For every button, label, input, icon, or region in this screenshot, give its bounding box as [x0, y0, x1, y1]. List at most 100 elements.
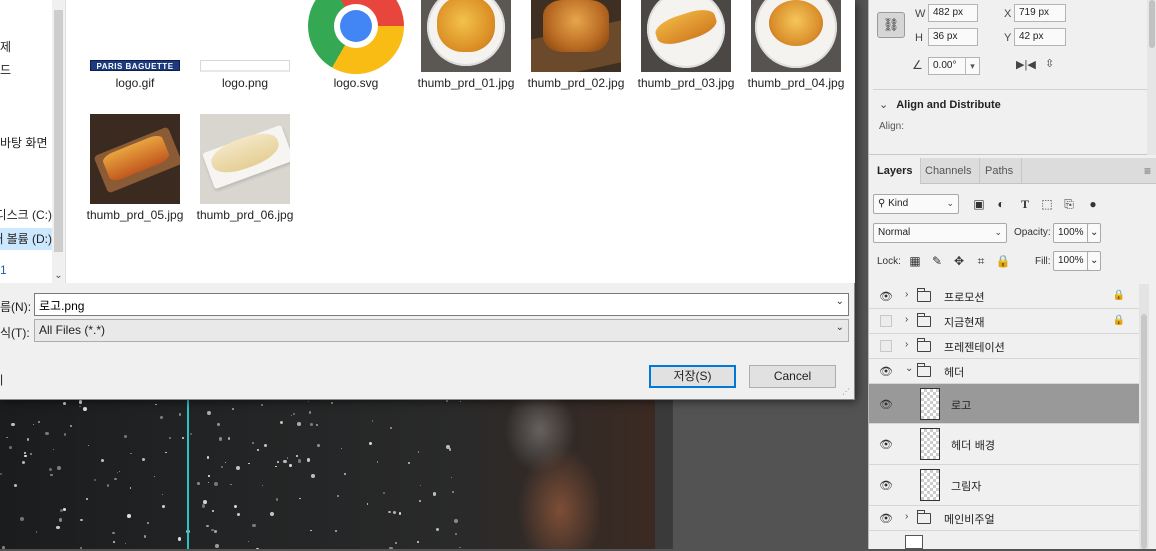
sparkle: [331, 402, 332, 403]
y-label: Y: [1004, 32, 1011, 44]
chevron-right-icon[interactable]: ›: [905, 289, 908, 300]
chevron-down-icon[interactable]: ⌄: [1087, 223, 1101, 243]
file-item[interactable]: logo.svg: [306, 0, 406, 110]
layer-row[interactable]: 👁 › 프로모션 🔒: [869, 284, 1139, 309]
angle-field[interactable]: 0.00° ▾: [928, 57, 980, 75]
sparkle: [264, 444, 267, 447]
shape-filter-icon[interactable]: ⬚: [1039, 196, 1055, 212]
height-field[interactable]: 36 px: [928, 28, 978, 46]
chevron-right-icon[interactable]: ›: [905, 339, 908, 350]
kind-filter-dropdown[interactable]: ⚲ Kind ⌄: [873, 194, 959, 214]
align-distribute-header[interactable]: ⌄Align and Distribute: [879, 98, 1001, 111]
resize-grip-icon[interactable]: ⋰: [842, 387, 852, 397]
type-filter-icon[interactable]: T: [1017, 196, 1033, 212]
smart-object-filter-icon[interactable]: ⎘: [1061, 196, 1077, 212]
eye-icon[interactable]: 👁: [879, 479, 893, 491]
layer-row[interactable]: 👁 그림자: [869, 465, 1139, 506]
layer-row[interactable]: [869, 531, 1139, 551]
lock-artboard-icon[interactable]: ⌗: [973, 253, 989, 269]
file-item[interactable]: thumb_prd_04.jpg: [746, 0, 846, 110]
sparkle: [86, 498, 88, 500]
layer-row[interactable]: › 프레젠테이션: [869, 334, 1139, 359]
filename-input[interactable]: 로고.png ⌄: [34, 293, 849, 316]
blend-mode-dropdown[interactable]: Normal ⌄: [873, 223, 1007, 243]
nav-item[interactable]: 드: [0, 59, 52, 81]
lock-transparent-icon[interactable]: ▦: [907, 253, 923, 269]
eye-icon[interactable]: 👁: [879, 398, 893, 410]
chevron-down-icon[interactable]: ⌄: [836, 296, 844, 307]
layers-scrollbar[interactable]: [1139, 284, 1149, 549]
eye-icon[interactable]: 👁: [879, 438, 893, 450]
scroll-thumb[interactable]: [54, 10, 63, 252]
layer-row[interactable]: 👁 헤더 배경: [869, 424, 1139, 465]
tab-channels[interactable]: Channels: [917, 158, 980, 184]
x-field[interactable]: 719 px: [1014, 4, 1066, 22]
nav-item-desktop[interactable]: 바탕 화면: [0, 132, 52, 154]
eye-icon[interactable]: 👁: [879, 290, 893, 302]
chevron-down-icon[interactable]: ⌄: [53, 270, 64, 281]
layer-row[interactable]: 👁 ⌄ 헤더: [869, 359, 1139, 384]
panel-menu-icon[interactable]: ≡: [1144, 164, 1151, 178]
sparkle: [237, 513, 240, 516]
flip-horizontal-icon[interactable]: ▶|◀: [1016, 58, 1036, 71]
sparkle: [63, 402, 66, 405]
layer-row[interactable]: 👁 › 메인비주얼: [869, 506, 1139, 531]
visibility-toggle[interactable]: [880, 340, 892, 352]
chevron-right-icon[interactable]: ›: [905, 314, 908, 325]
hide-folders-toggle[interactable]: |: [0, 372, 3, 386]
file-item[interactable]: thumb_prd_06.jpg: [195, 114, 295, 244]
filter-toggle-icon[interactable]: ●: [1085, 196, 1101, 212]
chevron-down-icon[interactable]: ▾: [965, 58, 979, 74]
folder-icon: [917, 341, 931, 352]
layer-row[interactable]: › 지금현재 🔒: [869, 309, 1139, 334]
sparkle: [418, 451, 420, 453]
file-item[interactable]: thumb_prd_02.jpg: [526, 0, 626, 110]
save-button[interactable]: 저장(S): [649, 365, 736, 388]
nav-scrollbar[interactable]: ⌄: [52, 0, 65, 283]
lock-all-icon[interactable]: 🔒: [995, 253, 1011, 269]
eye-icon[interactable]: 👁: [879, 365, 893, 377]
lock-brush-icon[interactable]: ✎: [929, 253, 945, 269]
scroll-thumb[interactable]: [1141, 314, 1147, 549]
file-name: thumb_prd_06.jpg: [195, 208, 295, 223]
properties-scrollbar[interactable]: [1147, 0, 1156, 155]
guide-line[interactable]: [187, 400, 189, 549]
width-field[interactable]: 482 px: [928, 4, 978, 22]
sparkle: [454, 519, 458, 523]
chevron-right-icon[interactable]: ›: [905, 511, 908, 522]
sparkle: [178, 537, 181, 540]
layer-row[interactable]: 👁 로고: [869, 384, 1139, 424]
file-item[interactable]: thumb_prd_05.jpg: [85, 114, 185, 244]
file-item[interactable]: logo.png: [195, 0, 295, 110]
nav-item[interactable]: 제: [0, 36, 52, 58]
document-canvas[interactable]: [0, 400, 672, 549]
nav-item[interactable]: 1: [0, 259, 52, 281]
sparkle: [383, 492, 386, 495]
lock-position-icon[interactable]: ✥: [951, 253, 967, 269]
flip-vertical-icon[interactable]: ⇳: [1045, 57, 1054, 70]
chevron-down-icon[interactable]: ⌄: [1087, 251, 1101, 271]
file-item[interactable]: thumb_prd_03.jpg: [636, 0, 736, 110]
scroll-thumb[interactable]: [1149, 0, 1155, 48]
sparkle: [341, 448, 342, 449]
file-item[interactable]: PARIS BAGUETTE logo.gif: [85, 0, 185, 110]
eye-icon[interactable]: 👁: [879, 512, 893, 524]
sparkle: [433, 492, 436, 495]
nav-item-drive-d[interactable]: 새 볼륨 (D:): [0, 228, 52, 250]
filetype-select[interactable]: All Files (*.*) ⌄: [34, 319, 849, 342]
sparkle: [162, 505, 165, 508]
tab-paths[interactable]: Paths: [977, 158, 1022, 184]
link-icon[interactable]: ⛓: [877, 12, 905, 38]
y-field[interactable]: 42 px: [1014, 28, 1066, 46]
chevron-down-icon[interactable]: ⌄: [905, 363, 913, 374]
chrome-icon: [308, 0, 404, 74]
nav-item-drive-c[interactable]: 로컬 디스크 (C:): [0, 204, 52, 226]
file-name: thumb_prd_04.jpg: [746, 76, 846, 91]
pixel-filter-icon[interactable]: ▣: [971, 196, 987, 212]
folder-icon: [917, 513, 931, 524]
file-item[interactable]: thumb_prd_01.jpg: [416, 0, 516, 110]
visibility-toggle[interactable]: [880, 315, 892, 327]
adjustment-filter-icon[interactable]: ◐: [993, 196, 1009, 212]
cancel-button[interactable]: Cancel: [749, 365, 836, 388]
tab-layers[interactable]: Layers: [869, 158, 921, 184]
